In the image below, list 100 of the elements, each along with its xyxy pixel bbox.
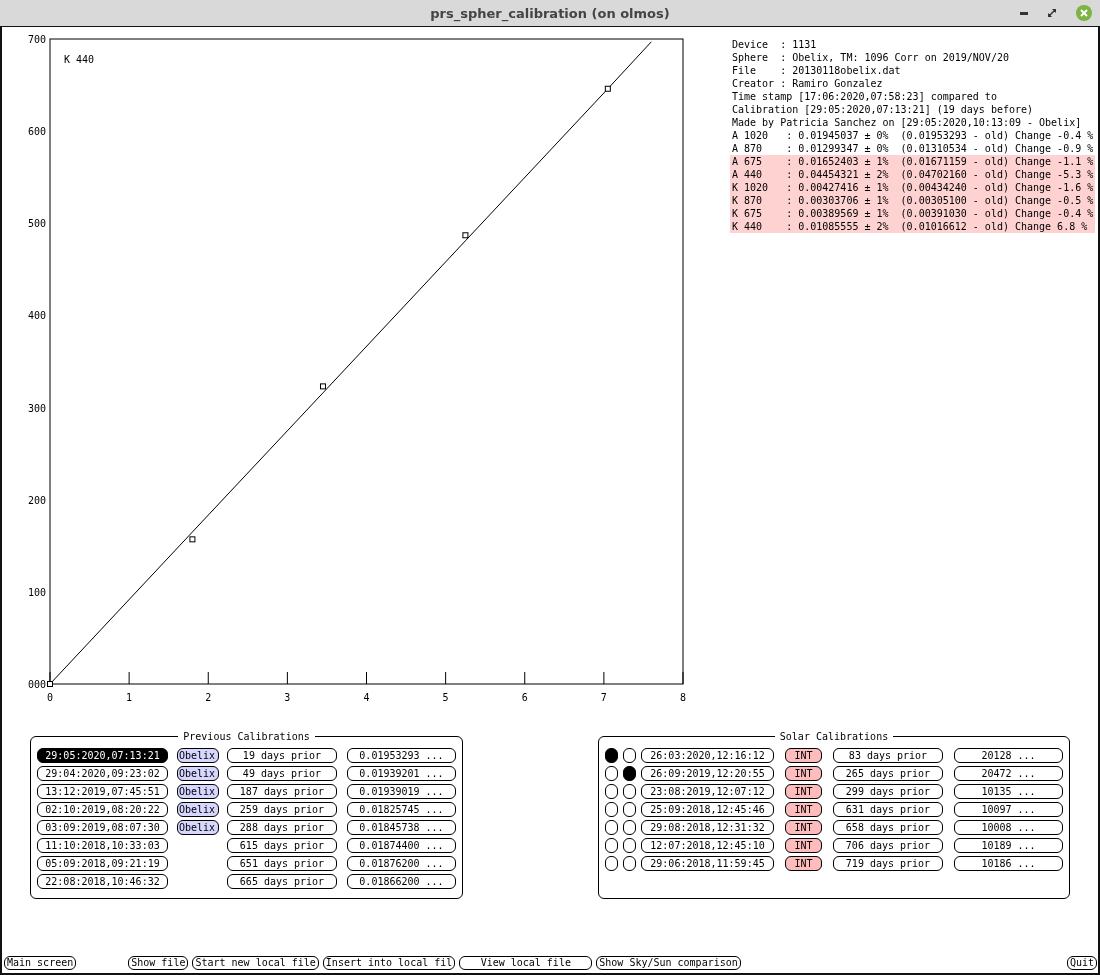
x-tick-label: 4 bbox=[363, 692, 370, 703]
value-button[interactable]: 10097 ... bbox=[954, 801, 1063, 817]
type-tag: INT bbox=[785, 765, 822, 781]
calibration-date-button[interactable]: 03:09:2019,08:07:30 bbox=[37, 819, 168, 835]
radio-button[interactable] bbox=[623, 801, 636, 817]
radio-button[interactable] bbox=[605, 855, 618, 871]
radio-button[interactable] bbox=[605, 747, 618, 763]
value-button[interactable]: 10008 ... bbox=[954, 819, 1063, 835]
days-prior-button[interactable]: 665 days prior bbox=[227, 873, 337, 889]
y-tick-label: 400 bbox=[27, 310, 46, 322]
x-tick-label: 3 bbox=[284, 692, 291, 703]
x-tick-label: 7 bbox=[600, 692, 607, 703]
radio-button[interactable] bbox=[623, 837, 636, 853]
y-tick-label: 100 bbox=[27, 586, 46, 598]
y-tick-label: 600 bbox=[27, 126, 46, 138]
type-tag: INT bbox=[785, 747, 822, 763]
type-tag: INT bbox=[785, 837, 822, 853]
x-tick-label: 5 bbox=[442, 692, 449, 703]
value-button[interactable]: 10186 ... bbox=[954, 855, 1063, 871]
days-prior-button[interactable]: 719 days prior bbox=[833, 855, 943, 871]
value-button[interactable]: 10189 ... bbox=[954, 837, 1063, 853]
calibration-date-button[interactable]: 29:08:2018,12:31:32 bbox=[641, 819, 774, 835]
type-tag: INT bbox=[785, 783, 822, 799]
restore-icon[interactable] bbox=[1048, 9, 1056, 17]
info-line: Device : 1131 bbox=[731, 38, 818, 51]
calibration-date-button[interactable]: 05:09:2018,09:21:19 bbox=[37, 855, 168, 871]
type-tag: INT bbox=[785, 801, 822, 817]
days-prior-button[interactable]: 299 days prior bbox=[833, 783, 943, 799]
days-prior-button[interactable]: 631 days prior bbox=[833, 801, 943, 817]
calibration-date-button[interactable]: 26:09:2019,12:20:55 bbox=[641, 765, 774, 781]
days-prior-button[interactable]: 19 days prior bbox=[227, 747, 337, 763]
value-button[interactable]: 10135 ... bbox=[954, 783, 1063, 799]
days-prior-button[interactable]: 658 days prior bbox=[833, 819, 943, 835]
x-tick-label: 2 bbox=[205, 692, 212, 703]
station-tag: Obelix bbox=[177, 747, 219, 763]
radio-button[interactable] bbox=[605, 837, 618, 853]
days-prior-button[interactable]: 288 days prior bbox=[227, 819, 337, 835]
calibration-date-button[interactable]: 02:10:2019,08:20:22 bbox=[37, 801, 168, 817]
value-button[interactable]: 0.01866200 ... bbox=[347, 873, 456, 889]
radio-button[interactable] bbox=[605, 783, 618, 799]
chart-title: K 440 bbox=[64, 54, 95, 65]
data-point bbox=[320, 383, 326, 390]
info-line: A 870 : 0.01299347 ± 0% (0.01310534 - old) Change -0.9 % bbox=[731, 142, 1095, 155]
days-prior-button[interactable]: 706 days prior bbox=[833, 837, 943, 853]
data-point bbox=[462, 232, 469, 239]
calibration-date-button[interactable]: 29:05:2020,07:13:21 bbox=[37, 747, 168, 763]
value-button[interactable]: 20128 ... bbox=[954, 747, 1063, 763]
radio-button[interactable] bbox=[605, 765, 618, 781]
value-button[interactable]: 0.01845738 ... bbox=[347, 819, 456, 835]
calibration-date-button[interactable]: 25:09:2018,12:45:46 bbox=[641, 801, 774, 817]
days-prior-button[interactable]: 187 days prior bbox=[227, 783, 337, 799]
action-button[interactable]: Start new local file bbox=[192, 956, 319, 970]
calibration-date-button[interactable]: 13:12:2019,07:45:51 bbox=[37, 783, 168, 799]
radio-button[interactable] bbox=[623, 819, 636, 835]
calibration-date-button[interactable]: 26:03:2020,12:16:12 bbox=[641, 747, 774, 763]
value-button[interactable]: 0.01953293 ... bbox=[347, 747, 456, 763]
days-prior-button[interactable]: 651 days prior bbox=[227, 855, 337, 871]
info-line: Time stamp [17:06:2020,07:58:23] compared to bbox=[731, 90, 998, 103]
value-button[interactable]: 0.01874400 ... bbox=[347, 837, 456, 853]
info-line: Creator : Ramiro Gonzalez bbox=[731, 77, 884, 90]
data-point bbox=[604, 85, 611, 92]
value-button[interactable]: 0.01939201 ... bbox=[347, 765, 456, 781]
panel-title: Previous Calibrations bbox=[182, 731, 311, 742]
days-prior-button[interactable]: 83 days prior bbox=[833, 747, 943, 763]
radio-button[interactable] bbox=[623, 765, 636, 781]
days-prior-button[interactable]: 259 days prior bbox=[227, 801, 337, 817]
calibration-date-button[interactable]: 12:07:2018,12:45:10 bbox=[641, 837, 774, 853]
days-prior-button[interactable]: 265 days prior bbox=[833, 765, 943, 781]
y-tick-label: 500 bbox=[27, 218, 46, 230]
minimize-icon[interactable] bbox=[1020, 11, 1028, 15]
radio-button[interactable] bbox=[605, 801, 618, 817]
radio-button[interactable] bbox=[605, 819, 618, 835]
calibration-date-button[interactable]: 23:08:2019,12:07:12 bbox=[641, 783, 774, 799]
radio-button[interactable] bbox=[623, 783, 636, 799]
calibration-date-button[interactable]: 29:04:2020,09:23:02 bbox=[37, 765, 168, 781]
action-button[interactable]: Show file bbox=[128, 956, 189, 970]
y-tick-label: 300 bbox=[27, 402, 46, 414]
x-tick-label: 1 bbox=[126, 692, 133, 703]
calibration-date-button[interactable]: 11:10:2018,10:33:03 bbox=[37, 837, 168, 853]
value-button[interactable]: 0.01939019 ... bbox=[347, 783, 456, 799]
action-button[interactable]: Quit bbox=[1066, 956, 1097, 970]
action-button[interactable]: Show Sky/Sun comparison bbox=[596, 956, 741, 970]
info-line: A 1020 : 0.01945037 ± 0% (0.01953293 - old) Change -0.4 % bbox=[731, 129, 1095, 142]
panel-title: Solar Calibrations bbox=[778, 731, 890, 742]
days-prior-button[interactable]: 49 days prior bbox=[227, 765, 337, 781]
days-prior-button[interactable]: 615 days prior bbox=[227, 837, 337, 853]
calibration-date-button[interactable]: 22:08:2018,10:46:32 bbox=[37, 873, 168, 889]
calibration-date-button[interactable]: 29:06:2018,11:59:45 bbox=[641, 855, 774, 871]
station-tag: Obelix bbox=[177, 819, 219, 835]
action-button[interactable]: View local file bbox=[459, 956, 593, 970]
value-button[interactable]: 0.01825745 ... bbox=[347, 801, 456, 817]
type-tag: INT bbox=[785, 855, 822, 871]
station-tag: Obelix bbox=[177, 801, 219, 817]
action-button[interactable]: Insert into local fil bbox=[322, 956, 456, 970]
action-button[interactable]: Main screen bbox=[4, 956, 77, 970]
value-button[interactable]: 0.01876200 ... bbox=[347, 855, 456, 871]
radio-button[interactable] bbox=[623, 855, 636, 871]
value-button[interactable]: 20472 ... bbox=[954, 765, 1063, 781]
radio-button[interactable] bbox=[623, 747, 636, 763]
info-line: File : 20130118obelix.dat bbox=[731, 64, 902, 77]
